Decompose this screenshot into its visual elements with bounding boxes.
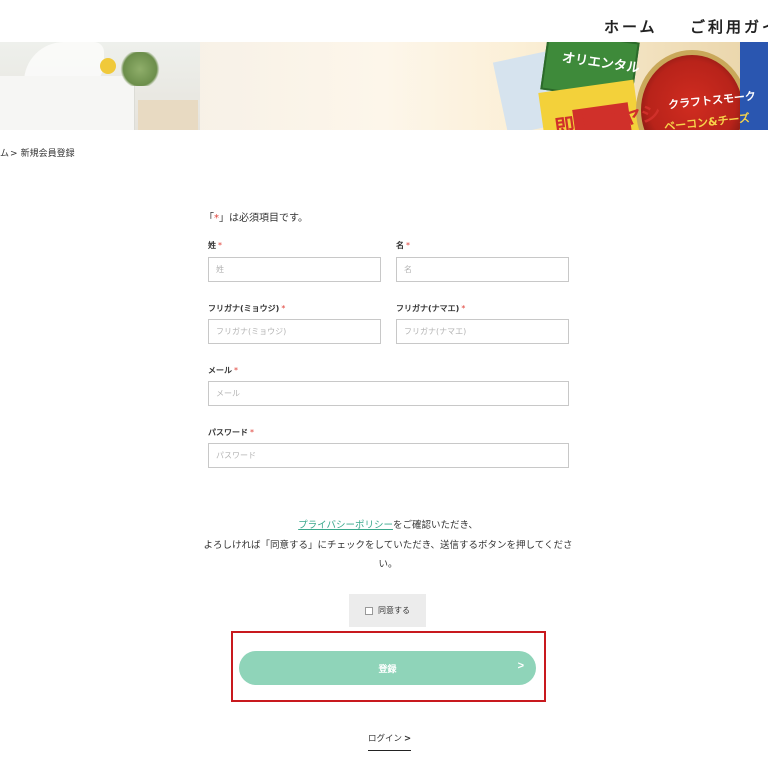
required-asterisk: *	[250, 428, 254, 437]
banner-delivery-box	[0, 76, 135, 130]
email-label-text: メール	[208, 366, 232, 375]
last-name-kana-label-text: フリガナ(ミョウジ)	[208, 304, 280, 313]
first-name-input[interactable]	[396, 257, 569, 282]
top-navigation: ホーム ご利用ガイ	[0, 0, 768, 42]
chevron-right-icon: >	[517, 660, 524, 672]
banner-plant	[118, 52, 162, 86]
breadcrumb: ム> 新規会員登録	[0, 146, 75, 159]
first-name-kana-input[interactable]	[396, 319, 569, 344]
required-asterisk: *	[461, 304, 466, 313]
email-input[interactable]	[208, 381, 569, 406]
breadcrumb-current: 新規会員登録	[20, 149, 75, 159]
required-asterisk: *	[406, 241, 410, 250]
last-name-kana-label: フリガナ(ミョウジ) *	[208, 303, 285, 314]
last-name-label-text: 姓	[208, 241, 216, 250]
login-link-label: ログイン	[368, 734, 403, 744]
banner-food-products: オリエンタル 即席 ハヤシ クラフトスモーク ベーコン&チーズ	[492, 42, 768, 130]
first-name-kana-label: フリガナ(ナマエ) *	[396, 303, 465, 314]
email-label: メール *	[208, 365, 238, 376]
consent-line1-suffix: をご確認いただき、	[392, 520, 478, 531]
required-asterisk: *	[234, 366, 238, 375]
chevron-right-icon: >	[404, 734, 412, 744]
privacy-policy-link[interactable]: プライバシーポリシー	[298, 520, 393, 531]
breadcrumb-home[interactable]: ム	[0, 149, 9, 159]
password-input[interactable]	[208, 443, 569, 468]
nav-home-link[interactable]: ホーム	[604, 16, 658, 37]
banner-shelf	[138, 100, 198, 130]
hero-banner: オリエンタル 即席 ハヤシ クラフトスモーク ベーコン&チーズ	[0, 42, 768, 130]
required-fields-note: 「*」は必須項目です。	[204, 209, 308, 224]
banner-room-scene	[0, 42, 200, 130]
last-name-input[interactable]	[208, 257, 381, 282]
required-note-suffix: 」は必須項目です。	[219, 213, 308, 224]
password-label: パスワード *	[208, 427, 254, 438]
agree-checkbox[interactable]	[365, 606, 373, 615]
required-note-prefix: 「	[204, 213, 214, 224]
register-button-label: 登録	[378, 663, 397, 674]
nav-guide-link[interactable]: ご利用ガイ	[690, 16, 768, 37]
first-name-label: 名 *	[396, 240, 410, 251]
first-name-kana-label-text: フリガナ(ナマエ)	[396, 304, 460, 313]
required-asterisk: *	[281, 304, 286, 313]
breadcrumb-chevron-icon: >	[10, 149, 18, 159]
login-link[interactable]: ログイン >	[368, 732, 412, 751]
first-name-label-text: 名	[396, 241, 404, 250]
privacy-consent-text: プライバシーポリシーをご確認いただき、 よろしければ「同意する」にチェックをして…	[198, 516, 578, 575]
consent-line2: よろしければ「同意する」にチェックをしていただき、送信するボタンを押してください…	[203, 539, 573, 571]
last-name-kana-input[interactable]	[208, 319, 381, 344]
register-submit-button[interactable]: 登録 >	[239, 651, 536, 685]
required-asterisk: *	[218, 241, 222, 250]
password-label-text: パスワード	[208, 428, 248, 437]
agree-checkbox-container[interactable]: 同意する	[349, 594, 426, 627]
agree-label: 同意する	[378, 606, 410, 615]
last-name-label: 姓 *	[208, 240, 222, 251]
banner-flower	[100, 58, 116, 74]
